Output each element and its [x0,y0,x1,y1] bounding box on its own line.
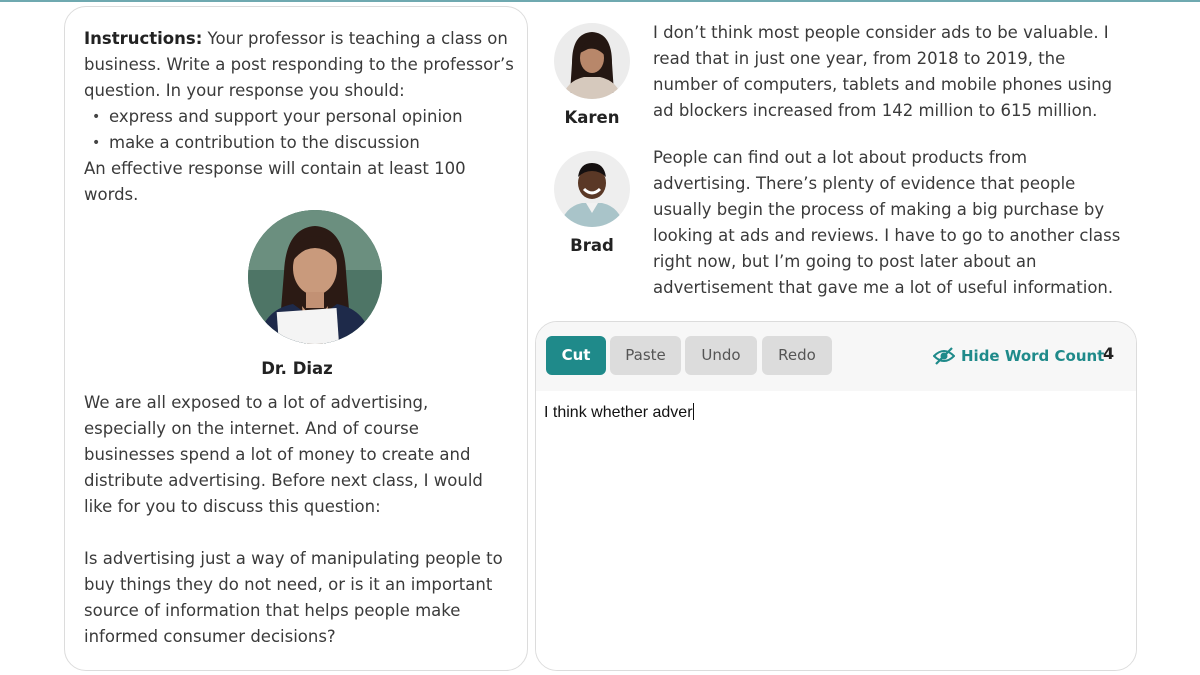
response-editor: Cut Paste Undo Redo Hide Word Count 4 I … [535,321,1137,671]
karen-name: Karen [564,108,620,127]
instructions: Instructions: Your professor is teaching… [84,26,514,208]
cut-button[interactable]: Cut [546,336,606,375]
text-cursor [692,403,694,420]
word-count-value: 4 [1103,344,1115,363]
karen-avatar [554,23,630,99]
professor-paragraph: We are all exposed to a lot of advertisi… [84,393,483,516]
hide-word-count-label: Hide Word Count [961,347,1105,365]
instructions-bullets: express and support your personal opinio… [84,104,514,156]
instructions-bullet: make a contribution to the discussion [84,130,514,156]
hide-word-count-button[interactable]: Hide Word Count [933,344,1104,368]
prompt-panel: Instructions: Your professor is teaching… [64,6,528,671]
brad-name: Brad [570,236,614,255]
eye-slash-icon [933,347,955,365]
instructions-footer: An effective response will contain at le… [84,159,466,204]
brad-post: People can find out a lot about products… [653,148,1121,297]
professor-avatar [248,210,382,344]
redo-button[interactable]: Redo [762,336,832,375]
editor-toolbar: Cut Paste Undo Redo Hide Word Count 4 [536,322,1136,391]
karen-post: I don’t think most people consider ads t… [653,23,1113,120]
instructions-bullet: express and support your personal opinio… [84,104,514,130]
response-text: I think whether adver [544,404,693,421]
undo-button[interactable]: Undo [685,336,757,375]
top-divider [0,0,1200,2]
response-textarea[interactable]: I think whether adver [536,391,1136,670]
paste-button[interactable]: Paste [610,336,681,375]
professor-name: Dr. Diaz [261,359,333,378]
brad-avatar [554,151,630,227]
professor-question: We are all exposed to a lot of advertisi… [84,390,514,650]
professor-paragraph: Is advertising just a way of manipulatin… [84,549,503,646]
instructions-label: Instructions: [84,29,203,48]
